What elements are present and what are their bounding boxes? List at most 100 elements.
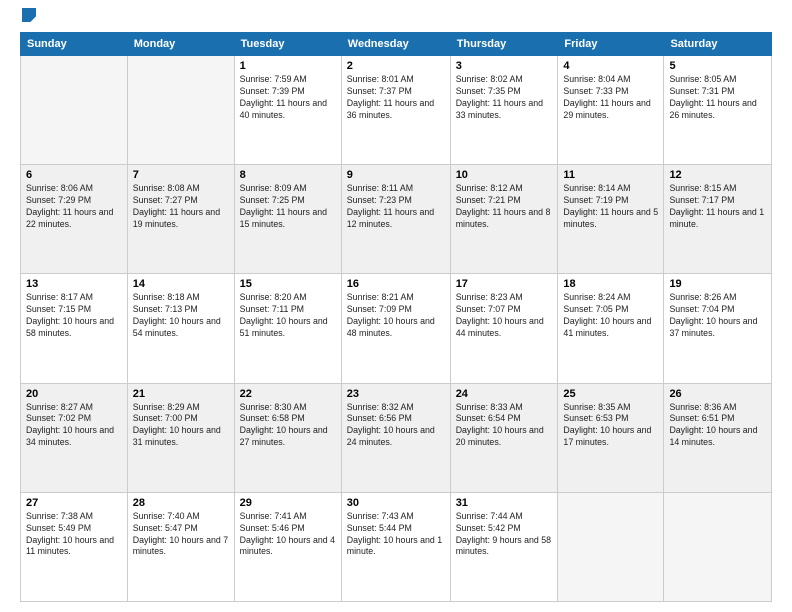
calendar-cell: 13 Sunrise: 8:17 AMSunset: 7:15 PMDayligh… bbox=[21, 274, 128, 383]
calendar-week-row: 20Sunrise: 8:27 AMSunset: 7:02 PMDayligh… bbox=[21, 383, 772, 492]
day-number: 21 bbox=[133, 388, 229, 400]
day-info: Sunrise: 7:59 AMSunset: 7:39 PMDaylight:… bbox=[240, 74, 336, 122]
calendar-cell: 4 Sunrise: 8:04 AMSunset: 7:33 PMDaylight… bbox=[558, 56, 664, 165]
day-info: Sunrise: 8:30 AMSunset: 6:58 PMDaylight:… bbox=[240, 402, 336, 450]
day-info: Sunrise: 7:43 AMSunset: 5:44 PMDaylight:… bbox=[347, 511, 445, 559]
calendar-cell: 9Sunrise: 8:11 AMSunset: 7:23 PMDaylight… bbox=[341, 165, 450, 274]
calendar-cell bbox=[558, 492, 664, 601]
calendar-cell: 2 Sunrise: 8:01 AMSunset: 7:37 PMDaylight… bbox=[341, 56, 450, 165]
calendar-header-row: SundayMondayTuesdayWednesdayThursdayFrid… bbox=[21, 33, 772, 56]
weekday-header-thursday: Thursday bbox=[450, 33, 558, 56]
calendar-cell: 19Sunrise: 8:26 AMSunset: 7:04 PMDayligh… bbox=[664, 274, 772, 383]
calendar-cell: 25Sunrise: 8:35 AMSunset: 6:53 PMDayligh… bbox=[558, 383, 664, 492]
day-number: 3 bbox=[456, 60, 553, 72]
calendar-cell: 11Sunrise: 8:14 AMSunset: 7:19 PMDayligh… bbox=[558, 165, 664, 274]
day-info: Sunrise: 8:21 AMSunset: 7:09 PMDaylight:… bbox=[347, 292, 445, 340]
calendar-cell bbox=[21, 56, 128, 165]
calendar-cell: 3 Sunrise: 8:02 AMSunset: 7:35 PMDaylight… bbox=[450, 56, 558, 165]
day-number: 6 bbox=[26, 169, 122, 181]
calendar-cell: 21 Sunrise: 8:29 AMSunset: 7:00 PMDayligh… bbox=[127, 383, 234, 492]
calendar-cell: 22 Sunrise: 8:30 AMSunset: 6:58 PMDayligh… bbox=[234, 383, 341, 492]
calendar-cell: 27 Sunrise: 7:38 AMSunset: 5:49 PMDayligh… bbox=[21, 492, 128, 601]
day-number: 1 bbox=[240, 60, 336, 72]
day-info: Sunrise: 8:32 AMSunset: 6:56 PMDaylight:… bbox=[347, 402, 445, 450]
calendar-cell: 1 Sunrise: 7:59 AMSunset: 7:39 PMDaylight… bbox=[234, 56, 341, 165]
day-info: Sunrise: 8:17 AMSunset: 7:15 PMDaylight:… bbox=[26, 292, 122, 340]
calendar-cell bbox=[664, 492, 772, 601]
calendar-cell: 7Sunrise: 8:08 AMSunset: 7:27 PMDaylight… bbox=[127, 165, 234, 274]
day-number: 2 bbox=[347, 60, 445, 72]
header bbox=[20, 16, 772, 22]
calendar-cell: 5 Sunrise: 8:05 AMSunset: 7:31 PMDaylight… bbox=[664, 56, 772, 165]
day-number: 31 bbox=[456, 497, 553, 509]
calendar-week-row: 6 Sunrise: 8:06 AMSunset: 7:29 PMDaylight… bbox=[21, 165, 772, 274]
calendar-cell: 10 Sunrise: 8:12 AMSunset: 7:21 PMDayligh… bbox=[450, 165, 558, 274]
day-number: 27 bbox=[26, 497, 122, 509]
day-number: 9 bbox=[347, 169, 445, 181]
calendar-cell: 26 Sunrise: 8:36 AMSunset: 6:51 PMDayligh… bbox=[664, 383, 772, 492]
weekday-header-sunday: Sunday bbox=[21, 33, 128, 56]
calendar-cell: 14Sunrise: 8:18 AMSunset: 7:13 PMDayligh… bbox=[127, 274, 234, 383]
logo bbox=[20, 16, 36, 22]
day-info: Sunrise: 8:02 AMSunset: 7:35 PMDaylight:… bbox=[456, 74, 553, 122]
day-number: 17 bbox=[456, 278, 553, 290]
day-number: 16 bbox=[347, 278, 445, 290]
calendar-cell: 24Sunrise: 8:33 AMSunset: 6:54 PMDayligh… bbox=[450, 383, 558, 492]
day-number: 28 bbox=[133, 497, 229, 509]
day-number: 18 bbox=[563, 278, 658, 290]
calendar-cell: 23Sunrise: 8:32 AMSunset: 6:56 PMDayligh… bbox=[341, 383, 450, 492]
day-info: Sunrise: 8:01 AMSunset: 7:37 PMDaylight:… bbox=[347, 74, 445, 122]
weekday-header-tuesday: Tuesday bbox=[234, 33, 341, 56]
calendar-cell: 16 Sunrise: 8:21 AMSunset: 7:09 PMDayligh… bbox=[341, 274, 450, 383]
day-info: Sunrise: 8:18 AMSunset: 7:13 PMDaylight:… bbox=[133, 292, 229, 340]
weekday-header-saturday: Saturday bbox=[664, 33, 772, 56]
day-info: Sunrise: 7:41 AMSunset: 5:46 PMDaylight:… bbox=[240, 511, 336, 559]
day-info: Sunrise: 7:40 AMSunset: 5:47 PMDaylight:… bbox=[133, 511, 229, 559]
day-number: 5 bbox=[669, 60, 766, 72]
calendar-cell: 20Sunrise: 8:27 AMSunset: 7:02 PMDayligh… bbox=[21, 383, 128, 492]
day-number: 26 bbox=[669, 388, 766, 400]
day-info: Sunrise: 8:29 AMSunset: 7:00 PMDaylight:… bbox=[133, 402, 229, 450]
calendar-cell: 12 Sunrise: 8:15 AMSunset: 7:17 PMDayligh… bbox=[664, 165, 772, 274]
calendar-cell: 29 Sunrise: 7:41 AMSunset: 5:46 PMDayligh… bbox=[234, 492, 341, 601]
weekday-header-monday: Monday bbox=[127, 33, 234, 56]
day-info: Sunrise: 8:20 AMSunset: 7:11 PMDaylight:… bbox=[240, 292, 336, 340]
logo-icon bbox=[22, 8, 36, 22]
day-number: 24 bbox=[456, 388, 553, 400]
day-number: 30 bbox=[347, 497, 445, 509]
day-info: Sunrise: 8:23 AMSunset: 7:07 PMDaylight:… bbox=[456, 292, 553, 340]
day-info: Sunrise: 8:09 AMSunset: 7:25 PMDaylight:… bbox=[240, 183, 336, 231]
day-number: 8 bbox=[240, 169, 336, 181]
day-number: 11 bbox=[563, 169, 658, 181]
weekday-header-friday: Friday bbox=[558, 33, 664, 56]
day-info: Sunrise: 7:44 AMSunset: 5:42 PMDaylight:… bbox=[456, 511, 553, 559]
calendar-cell: 17 Sunrise: 8:23 AMSunset: 7:07 PMDayligh… bbox=[450, 274, 558, 383]
day-number: 22 bbox=[240, 388, 336, 400]
day-info: Sunrise: 8:05 AMSunset: 7:31 PMDaylight:… bbox=[669, 74, 766, 122]
calendar-cell: 30 Sunrise: 7:43 AMSunset: 5:44 PMDayligh… bbox=[341, 492, 450, 601]
day-info: Sunrise: 8:08 AMSunset: 7:27 PMDaylight:… bbox=[133, 183, 229, 231]
calendar-week-row: 1 Sunrise: 7:59 AMSunset: 7:39 PMDaylight… bbox=[21, 56, 772, 165]
day-info: Sunrise: 8:26 AMSunset: 7:04 PMDaylight:… bbox=[669, 292, 766, 340]
day-info: Sunrise: 8:24 AMSunset: 7:05 PMDaylight:… bbox=[563, 292, 658, 340]
calendar-cell: 6 Sunrise: 8:06 AMSunset: 7:29 PMDaylight… bbox=[21, 165, 128, 274]
day-info: Sunrise: 8:27 AMSunset: 7:02 PMDaylight:… bbox=[26, 402, 122, 450]
day-number: 10 bbox=[456, 169, 553, 181]
weekday-header-wednesday: Wednesday bbox=[341, 33, 450, 56]
calendar-week-row: 13 Sunrise: 8:17 AMSunset: 7:15 PMDayligh… bbox=[21, 274, 772, 383]
day-info: Sunrise: 7:38 AMSunset: 5:49 PMDaylight:… bbox=[26, 511, 122, 559]
day-number: 29 bbox=[240, 497, 336, 509]
day-info: Sunrise: 8:15 AMSunset: 7:17 PMDaylight:… bbox=[669, 183, 766, 231]
day-number: 25 bbox=[563, 388, 658, 400]
day-info: Sunrise: 8:36 AMSunset: 6:51 PMDaylight:… bbox=[669, 402, 766, 450]
calendar-cell: 15Sunrise: 8:20 AMSunset: 7:11 PMDayligh… bbox=[234, 274, 341, 383]
day-number: 12 bbox=[669, 169, 766, 181]
page: SundayMondayTuesdayWednesdayThursdayFrid… bbox=[0, 0, 792, 612]
calendar-week-row: 27 Sunrise: 7:38 AMSunset: 5:49 PMDayligh… bbox=[21, 492, 772, 601]
day-info: Sunrise: 8:12 AMSunset: 7:21 PMDaylight:… bbox=[456, 183, 553, 231]
day-info: Sunrise: 8:04 AMSunset: 7:33 PMDaylight:… bbox=[563, 74, 658, 122]
day-number: 4 bbox=[563, 60, 658, 72]
day-number: 13 bbox=[26, 278, 122, 290]
calendar-cell: 18 Sunrise: 8:24 AMSunset: 7:05 PMDayligh… bbox=[558, 274, 664, 383]
day-info: Sunrise: 8:06 AMSunset: 7:29 PMDaylight:… bbox=[26, 183, 122, 231]
